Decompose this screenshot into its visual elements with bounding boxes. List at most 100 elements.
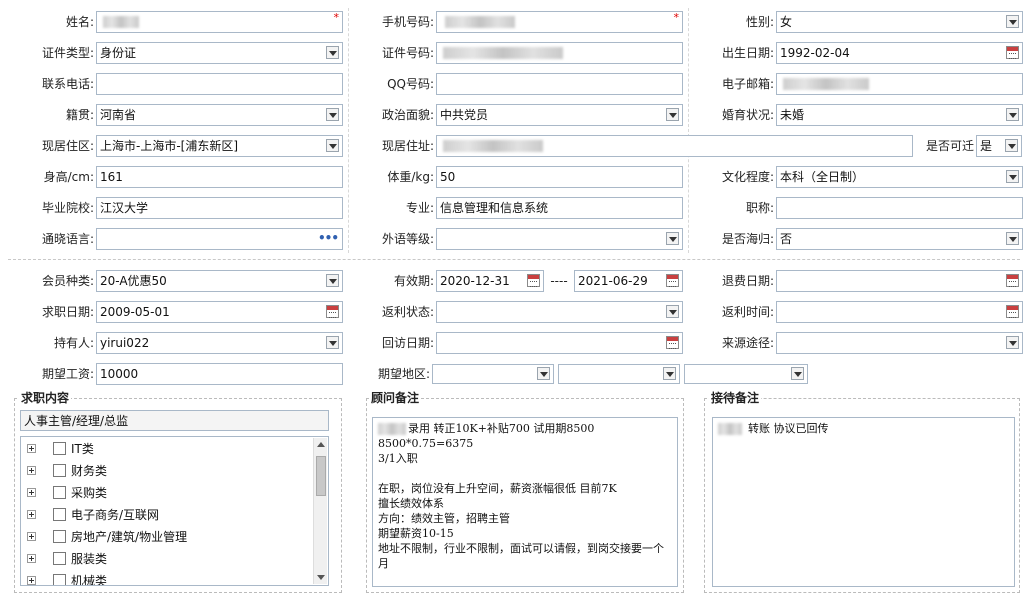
chevron-down-icon[interactable]	[326, 108, 339, 121]
checkbox-icon[interactable]	[53, 552, 66, 565]
chevron-down-icon[interactable]	[1006, 170, 1019, 183]
rebate-time-input[interactable]	[776, 301, 1023, 323]
birthdate-input[interactable]: 1992-02-04	[776, 42, 1023, 64]
valid-end-input[interactable]: 2021-06-29	[574, 270, 683, 292]
relocate-select[interactable]: 是	[976, 135, 1022, 157]
holder-select[interactable]: yirui022	[96, 332, 343, 354]
gender-select[interactable]: 女	[776, 11, 1023, 33]
reception-notes-textarea[interactable]: 转账 协议已回传	[712, 417, 1015, 587]
tree-scrollbar[interactable]	[313, 438, 327, 584]
plus-box-icon[interactable]	[27, 576, 36, 585]
chevron-down-icon[interactable]	[1006, 15, 1019, 28]
plus-box-icon[interactable]	[27, 466, 36, 475]
id-type-select[interactable]: 身份证	[96, 42, 343, 64]
title-input[interactable]	[776, 197, 1023, 219]
checkbox-icon[interactable]	[53, 486, 66, 499]
valid-start-input[interactable]: 2020-12-31	[436, 270, 544, 292]
ellipsis-icon[interactable]: •••	[318, 232, 339, 244]
checkbox-icon[interactable]	[53, 508, 66, 521]
chevron-down-icon[interactable]	[791, 367, 804, 380]
email-input[interactable]	[776, 73, 1023, 95]
native-place-select[interactable]: 河南省	[96, 104, 343, 126]
chevron-down-icon[interactable]	[326, 274, 339, 287]
rebate-status-select[interactable]	[436, 301, 683, 323]
qq-label: QQ号码:	[387, 77, 434, 91]
chevron-down-icon[interactable]	[1006, 108, 1019, 121]
selected-job-field[interactable]: 人事主管/经理/总监	[20, 410, 329, 431]
reception-notes-panel: 接待备注 转账 协议已回传	[704, 391, 1020, 593]
job-category-tree[interactable]: IT类 财务类 采购类 电子商务/互联网 房地产/建筑/物业管理 服装类 机械类	[20, 436, 329, 586]
residence-area-value: 上海市-上海市-[浦东新区]	[100, 139, 239, 153]
chevron-down-icon[interactable]	[537, 367, 550, 380]
refund-date-input[interactable]	[776, 270, 1023, 292]
chevron-down-icon[interactable]	[666, 232, 679, 245]
address-input[interactable]	[436, 135, 913, 157]
scroll-down-icon[interactable]	[317, 575, 325, 580]
chevron-down-icon[interactable]	[326, 139, 339, 152]
chevron-down-icon[interactable]	[326, 46, 339, 59]
region-city-select[interactable]	[558, 364, 680, 384]
member-type-select[interactable]: 20-A优惠50	[96, 270, 343, 292]
region-district-select[interactable]	[684, 364, 808, 384]
native-place-value: 河南省	[100, 108, 137, 122]
marital-value: 未婚	[780, 108, 805, 122]
scroll-thumb[interactable]	[316, 456, 326, 496]
checkbox-icon[interactable]	[53, 574, 66, 585]
calendar-icon[interactable]	[1006, 274, 1019, 287]
calendar-icon[interactable]	[1006, 46, 1019, 59]
foreign-level-select[interactable]	[436, 228, 683, 250]
chevron-down-icon[interactable]	[666, 305, 679, 318]
residence-area-select[interactable]: 上海市-上海市-[浦东新区]	[96, 135, 343, 157]
tree-item-label: 房地产/建筑/物业管理	[71, 530, 188, 544]
chevron-down-icon[interactable]	[663, 367, 676, 380]
major-input[interactable]: 信息管理和信息系统	[436, 197, 683, 219]
calendar-icon[interactable]	[666, 274, 679, 287]
chevron-down-icon[interactable]	[1006, 336, 1019, 349]
member-type-label: 会员种类:	[41, 274, 94, 288]
scroll-up-icon[interactable]	[317, 442, 325, 447]
checkbox-icon[interactable]	[53, 530, 66, 543]
chevron-down-icon[interactable]	[1006, 232, 1019, 245]
job-date-input[interactable]: 2009-05-01	[96, 301, 343, 323]
calendar-icon[interactable]	[666, 336, 679, 349]
calendar-icon[interactable]	[527, 274, 540, 287]
school-input[interactable]: 江汉大学	[96, 197, 343, 219]
region-province-select[interactable]	[432, 364, 554, 384]
id-number-input[interactable]	[436, 42, 683, 64]
qq-input[interactable]	[436, 73, 683, 95]
chevron-down-icon[interactable]	[666, 108, 679, 121]
languages-input[interactable]: •••	[96, 228, 343, 250]
calendar-icon[interactable]	[1006, 305, 1019, 318]
name-input[interactable]: *	[96, 11, 343, 33]
education-select[interactable]: 本科（全日制）	[776, 166, 1023, 188]
chevron-down-icon[interactable]	[326, 336, 339, 349]
job-date-label: 求职日期:	[41, 305, 94, 319]
consultant-notes-textarea[interactable]: 录用 转正10K+补贴700 试用期8500 8500*0.75=6375 3/…	[372, 417, 678, 587]
phone-input[interactable]: *	[436, 11, 683, 33]
salary-input[interactable]: 10000	[96, 363, 343, 385]
plus-box-icon[interactable]	[27, 532, 36, 541]
contact-phone-input[interactable]	[96, 73, 343, 95]
plus-box-icon[interactable]	[27, 488, 36, 497]
tree-item-label: IT类	[71, 442, 94, 456]
id-type-label: 证件类型:	[41, 46, 94, 60]
returnee-select[interactable]: 否	[776, 228, 1023, 250]
valid-start-value: 2020-12-31	[440, 274, 510, 288]
reception-notes-title: 接待备注	[709, 391, 762, 405]
checkbox-icon[interactable]	[53, 442, 66, 455]
political-select[interactable]: 中共党员	[436, 104, 683, 126]
marital-select[interactable]: 未婚	[776, 104, 1023, 126]
height-input[interactable]: 161	[96, 166, 343, 188]
chevron-down-icon[interactable]	[1005, 139, 1018, 152]
source-select[interactable]	[776, 332, 1023, 354]
plus-box-icon[interactable]	[27, 444, 36, 453]
plus-box-icon[interactable]	[27, 554, 36, 563]
visit-date-input[interactable]	[436, 332, 683, 354]
region-label: 期望地区:	[377, 367, 430, 381]
calendar-icon[interactable]	[326, 305, 339, 318]
valid-end-value: 2021-06-29	[578, 274, 648, 288]
weight-input[interactable]: 50	[436, 166, 683, 188]
plus-box-icon[interactable]	[27, 510, 36, 519]
checkbox-icon[interactable]	[53, 464, 66, 477]
visit-date-label: 回访日期:	[381, 336, 434, 350]
